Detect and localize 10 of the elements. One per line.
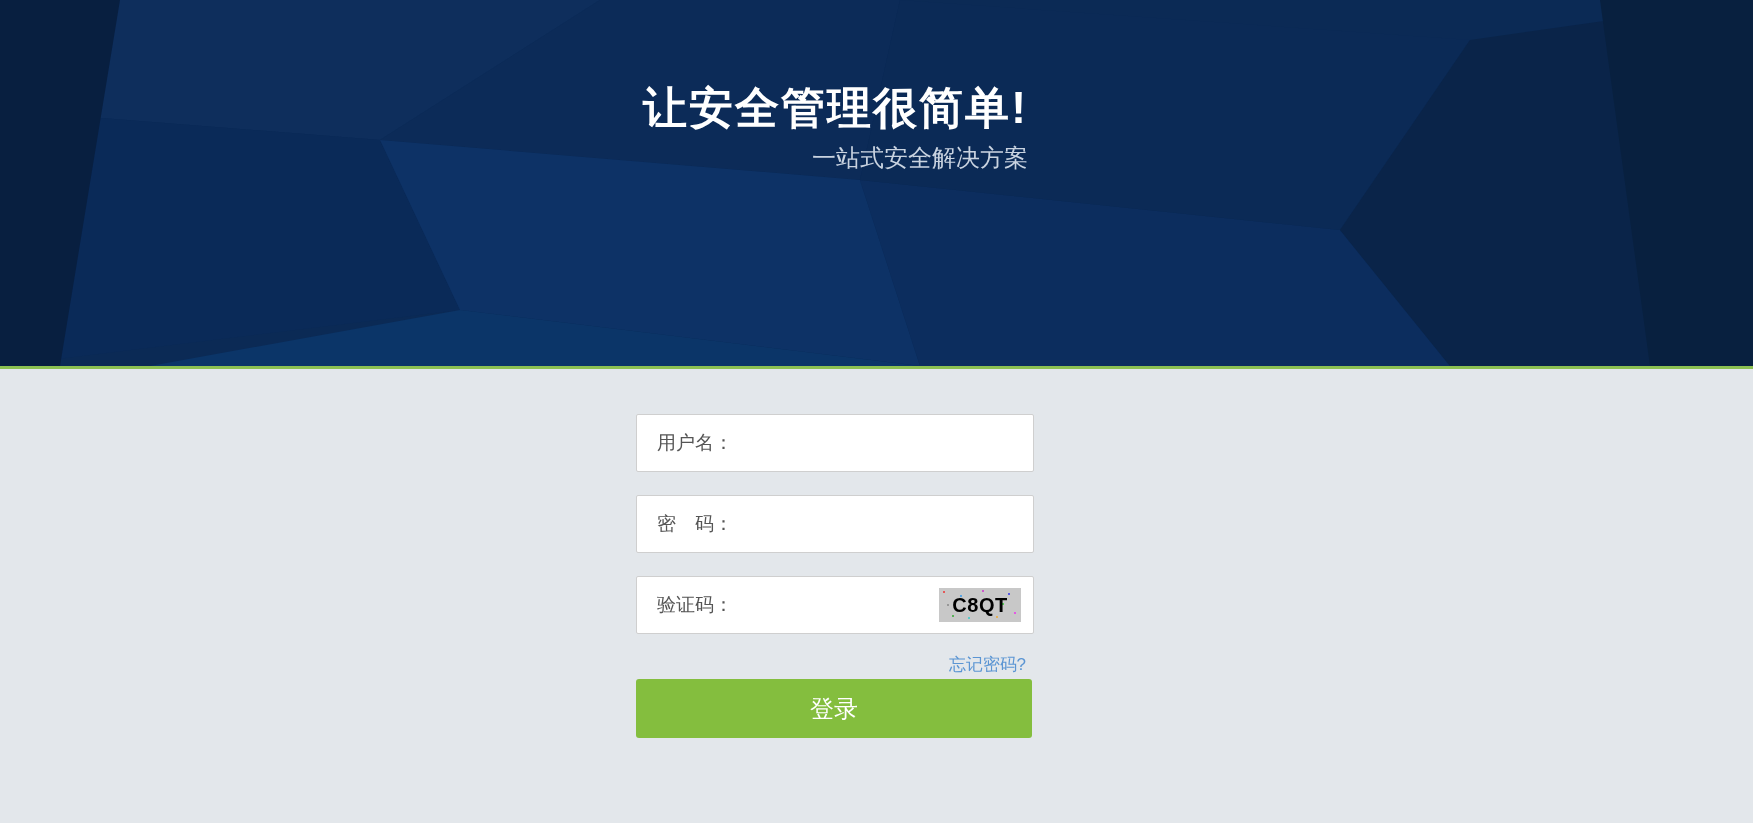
password-field[interactable]: 密 码：	[636, 495, 1034, 553]
field-label: 密 码：	[657, 511, 733, 536]
banner-title: 让安全管理很简单!	[643, 86, 1028, 130]
field-label: 用户名：	[657, 430, 733, 455]
captcha-field[interactable]: 验证码： C8QT	[636, 576, 1034, 634]
captcha-image[interactable]: C8QT	[939, 588, 1021, 622]
banner-subtitle: 一站式安全解决方案	[812, 146, 1028, 170]
username-field[interactable]: 用户名：	[636, 414, 1034, 472]
field-label: 验证码：	[657, 592, 733, 617]
captcha-text: C8QT	[952, 593, 1008, 618]
